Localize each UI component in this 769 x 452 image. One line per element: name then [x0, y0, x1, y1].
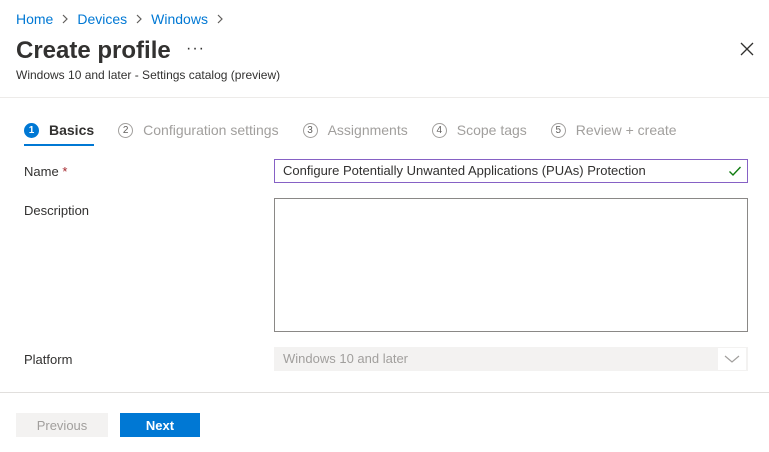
chevron-down-icon	[718, 348, 746, 370]
next-button[interactable]: Next	[120, 413, 200, 437]
description-label: Description	[24, 203, 90, 218]
active-step-indicator	[24, 144, 95, 146]
platform-dropdown: Windows 10 and later	[274, 347, 748, 371]
tab-review-create[interactable]: 5 Review + create	[550, 118, 677, 142]
tab-scope-tags[interactable]: 4 Scope tags	[431, 118, 527, 142]
header-divider	[0, 97, 769, 98]
breadcrumb-devices-link[interactable]: Devices	[77, 11, 127, 27]
description-textarea[interactable]	[274, 198, 748, 332]
page-title: Create profile	[16, 37, 171, 64]
breadcrumb: Home Devices Windows	[16, 10, 232, 28]
tab-configuration-settings[interactable]: 2 Configuration settings	[118, 118, 279, 142]
breadcrumb-windows-link[interactable]: Windows	[151, 11, 208, 27]
step-label: Scope tags	[456, 122, 527, 138]
name-label-text: Name	[24, 164, 59, 179]
name-input[interactable]: Configure Potentially Unwanted Applicati…	[274, 159, 748, 183]
chevron-right-icon	[135, 14, 143, 24]
step-number-badge: 3	[302, 122, 318, 138]
step-label: Configuration settings	[143, 122, 279, 138]
step-label: Review + create	[575, 122, 677, 138]
tab-basics[interactable]: 1 Basics	[24, 118, 95, 146]
chevron-right-icon	[216, 14, 224, 24]
previous-button: Previous	[16, 413, 108, 437]
step-number-badge: 2	[118, 122, 134, 138]
checkmark-icon	[728, 164, 742, 178]
tab-assignments[interactable]: 3 Assignments	[302, 118, 408, 142]
footer-divider	[0, 392, 769, 393]
platform-label: Platform	[24, 352, 73, 367]
required-marker: *	[62, 164, 68, 179]
wizard-steps: 1 Basics 2 Configuration settings 3 Assi…	[24, 118, 701, 146]
name-label: Name *	[24, 164, 67, 179]
step-number-badge: 1	[24, 122, 39, 138]
page-subtitle: Windows 10 and later - Settings catalog …	[16, 68, 281, 82]
step-label: Basics	[49, 122, 95, 138]
close-icon[interactable]	[740, 42, 758, 60]
step-label: Assignments	[327, 122, 408, 138]
more-options-button[interactable]: ···	[186, 40, 205, 58]
chevron-right-icon	[61, 14, 69, 24]
step-number-badge: 5	[550, 122, 566, 138]
step-number-badge: 4	[431, 122, 447, 138]
breadcrumb-home-link[interactable]: Home	[16, 11, 53, 27]
